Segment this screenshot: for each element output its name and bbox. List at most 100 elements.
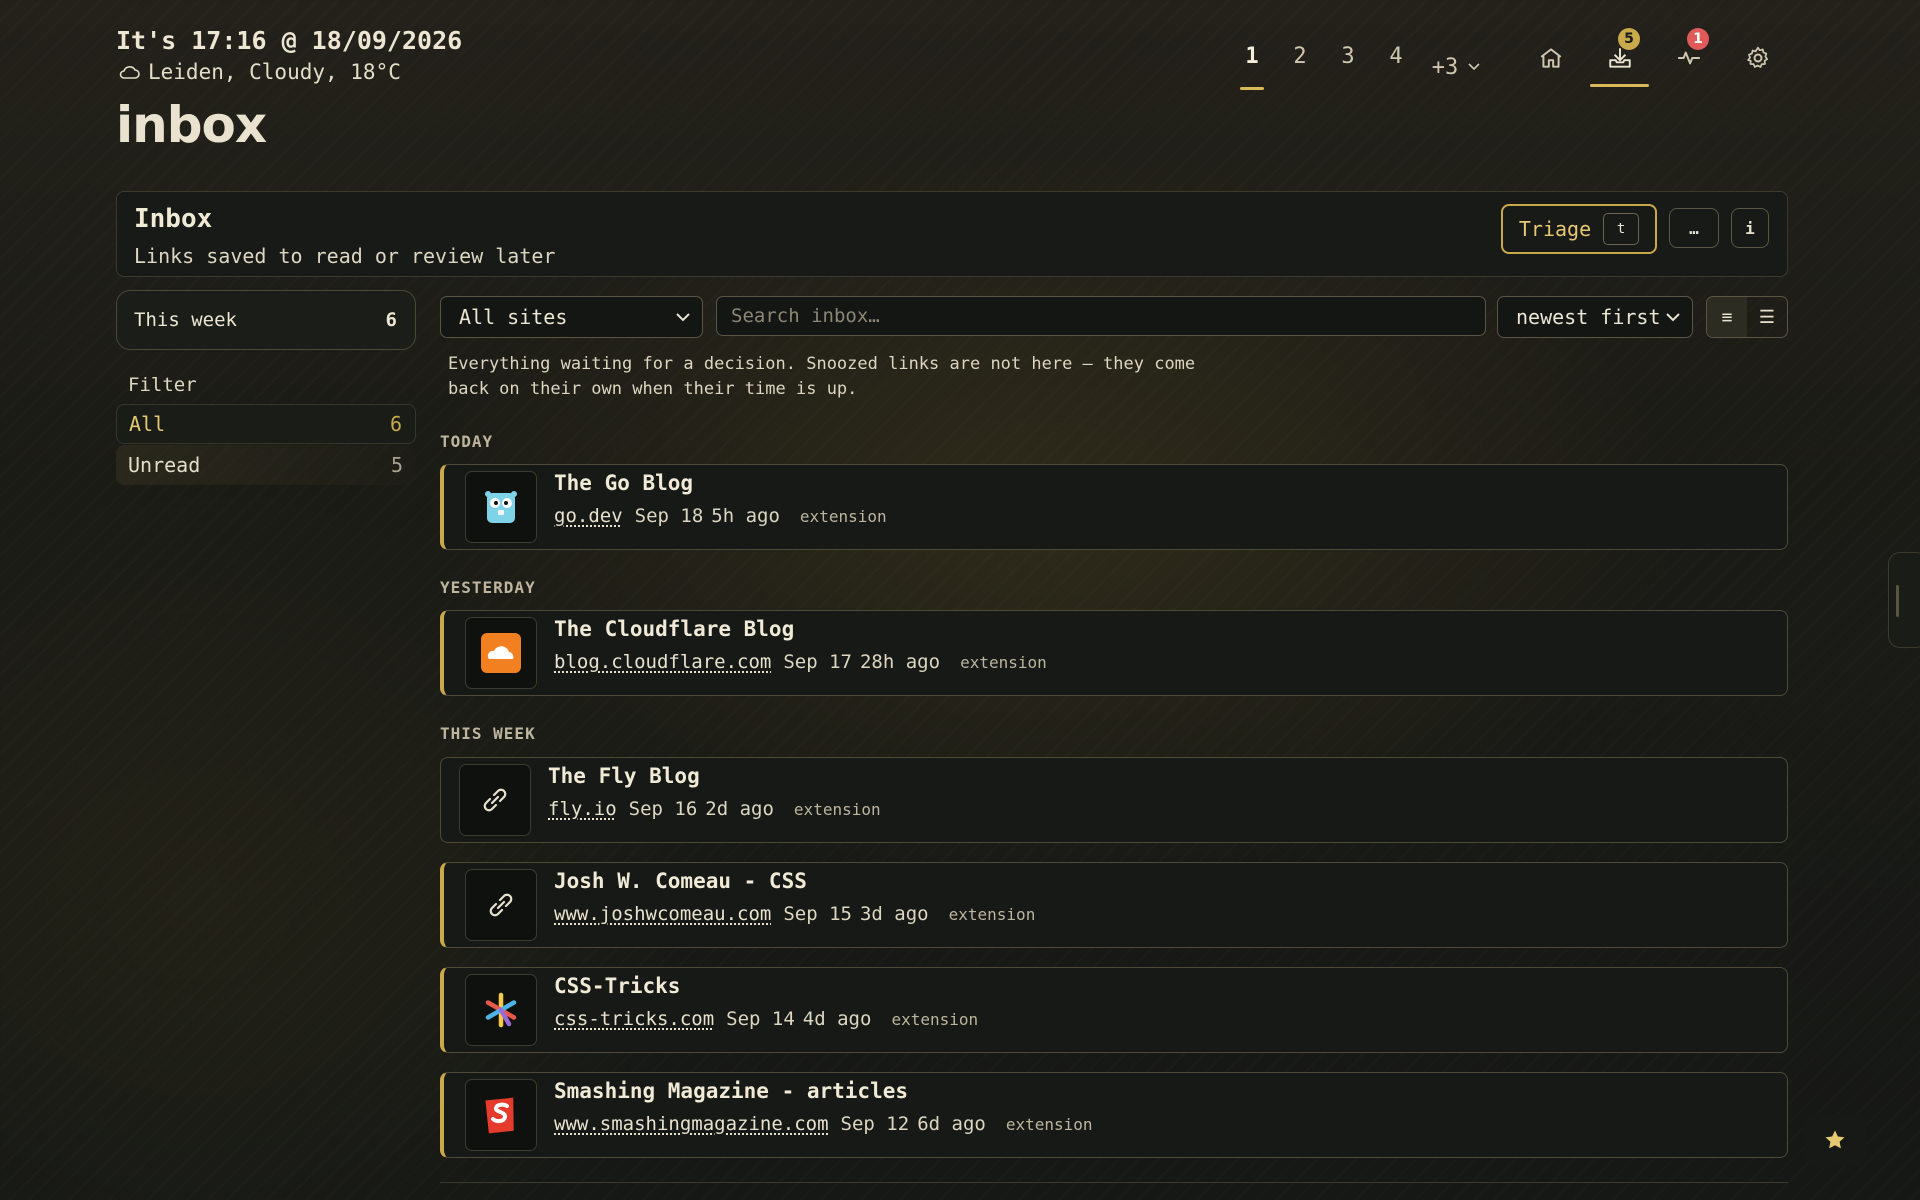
item-domain[interactable]: www.joshwcomeau.com bbox=[554, 903, 771, 925]
site-favicon bbox=[465, 869, 537, 941]
site-filter-value: All sites bbox=[459, 305, 568, 329]
filter-all-count: 6 bbox=[389, 412, 402, 436]
gopher-icon bbox=[485, 491, 517, 523]
item-date: Sep 16 bbox=[628, 798, 698, 820]
item-meta: css-tricks.com Sep 14 4d ago extension bbox=[554, 1008, 978, 1030]
item-source: extension bbox=[960, 653, 1047, 672]
site-favicon bbox=[465, 471, 537, 543]
weather-line: Leiden, Cloudy, 18°C bbox=[118, 60, 401, 84]
item-title[interactable]: Smashing Magazine - articles bbox=[554, 1079, 908, 1103]
item-age: 5h ago bbox=[711, 505, 780, 527]
period-label: This week bbox=[134, 309, 237, 331]
tab-4[interactable]: 4 bbox=[1372, 38, 1420, 90]
filter-unread-count: 5 bbox=[390, 453, 403, 477]
inbox-nav-button[interactable]: 5 bbox=[1585, 28, 1654, 87]
filter-all[interactable]: All 6 bbox=[116, 404, 416, 444]
tab-more-label: +3 bbox=[1431, 54, 1459, 80]
side-panel-handle[interactable] bbox=[1888, 552, 1920, 648]
item-date: Sep 12 bbox=[840, 1113, 910, 1135]
page-subtitle: Links saved to read or review later bbox=[134, 244, 556, 268]
clock-text: It's 17:16 @ 18/09/2026 bbox=[116, 26, 463, 55]
link-icon bbox=[489, 893, 513, 917]
inbox-badge: 5 bbox=[1618, 28, 1640, 50]
item-domain[interactable]: go.dev bbox=[554, 505, 623, 527]
chevron-down-icon bbox=[676, 312, 690, 321]
list-view-button[interactable]: ☰ bbox=[1747, 297, 1787, 337]
triage-shortcut-key: t bbox=[1603, 213, 1640, 245]
item-source: extension bbox=[948, 905, 1036, 924]
sort-value: newest first bbox=[1516, 305, 1661, 329]
item-age: 4d ago bbox=[802, 1008, 872, 1030]
item-title[interactable]: CSS-Tricks bbox=[554, 974, 680, 998]
favorites-button[interactable] bbox=[1804, 1114, 1866, 1166]
tab-3[interactable]: 3 bbox=[1324, 38, 1372, 90]
group-heading-today: TODAY bbox=[440, 432, 494, 451]
triage-button[interactable]: Triage t bbox=[1501, 204, 1657, 254]
item-domain[interactable]: css-tricks.com bbox=[554, 1008, 714, 1030]
site-favicon bbox=[459, 764, 531, 836]
item-title[interactable]: The Cloudflare Blog bbox=[554, 617, 794, 641]
search-input[interactable] bbox=[716, 296, 1486, 336]
star-icon bbox=[1825, 1130, 1845, 1149]
item-date: Sep 18 bbox=[634, 505, 704, 527]
asterisk-icon bbox=[485, 992, 517, 1028]
item-meta: www.joshwcomeau.com Sep 15 3d ago extens… bbox=[554, 903, 1035, 925]
site-filter-select[interactable]: All sites bbox=[440, 296, 703, 338]
tab-2[interactable]: 2 bbox=[1276, 38, 1324, 90]
filter-all-label: All bbox=[129, 412, 166, 436]
inbox-item[interactable]: Josh W. Comeau - CSS www.joshwcomeau.com… bbox=[440, 862, 1788, 948]
item-date: Sep 15 bbox=[783, 903, 852, 925]
inbox-description: Everything waiting for a decision. Snooz… bbox=[448, 354, 1196, 399]
inbox-item[interactable]: Smashing Magazine - articles www.smashin… bbox=[440, 1072, 1788, 1158]
item-date: Sep 17 bbox=[783, 651, 852, 673]
item-title[interactable]: The Fly Blog bbox=[548, 764, 700, 788]
view-mode-toggle: ≡ ☰ bbox=[1706, 296, 1788, 338]
filter-unread[interactable]: Unread 5 bbox=[116, 445, 416, 485]
item-domain[interactable]: fly.io bbox=[548, 798, 617, 820]
page-header-card: Inbox Links saved to read or review late… bbox=[116, 191, 1788, 277]
inbox-item[interactable]: The Go Blog go.dev Sep 18 5h ago extensi… bbox=[440, 464, 1788, 550]
period-count: 6 bbox=[385, 309, 397, 331]
activity-nav-button[interactable]: 1 bbox=[1654, 28, 1723, 86]
item-meta: go.dev Sep 18 5h ago extension bbox=[554, 505, 887, 527]
tab-more-button[interactable]: +3 bbox=[1420, 38, 1492, 90]
item-source: extension bbox=[799, 507, 887, 526]
activity-badge: 1 bbox=[1687, 28, 1709, 50]
site-favicon bbox=[465, 617, 537, 689]
item-domain[interactable]: www.smashingmagazine.com bbox=[554, 1113, 829, 1135]
brand-logo: inbox bbox=[116, 96, 267, 154]
item-meta: fly.io Sep 16 2d ago extension bbox=[548, 798, 881, 820]
inbox-item[interactable]: CSS-Tricks css-tricks.com Sep 14 4d ago … bbox=[440, 967, 1788, 1053]
link-icon bbox=[483, 788, 507, 812]
group-heading-this-week: THIS WEEK bbox=[440, 724, 536, 743]
cloudflare-icon bbox=[481, 633, 521, 673]
home-icon bbox=[1540, 48, 1561, 68]
info-button[interactable]: i bbox=[1731, 208, 1769, 248]
list-bottom-divider bbox=[440, 1182, 1788, 1183]
sort-select[interactable]: newest first bbox=[1497, 296, 1693, 338]
item-domain[interactable]: blog.cloudflare.com bbox=[554, 651, 771, 673]
item-title[interactable]: The Go Blog bbox=[554, 471, 693, 495]
inbox-item[interactable]: The Fly Blog fly.io Sep 16 2d ago extens… bbox=[440, 757, 1788, 843]
item-source: extension bbox=[1005, 1115, 1093, 1134]
home-nav-button[interactable] bbox=[1516, 30, 1585, 86]
item-age: 6d ago bbox=[917, 1113, 986, 1135]
cloud-icon bbox=[119, 66, 140, 79]
weather-text: Leiden, Cloudy, 18°C bbox=[148, 60, 401, 84]
filter-heading: Filter bbox=[128, 374, 197, 396]
site-favicon bbox=[465, 1079, 537, 1151]
triage-label: Triage bbox=[1518, 217, 1592, 241]
group-heading-yesterday: YESTERDAY bbox=[440, 578, 536, 597]
item-age: 28h ago bbox=[859, 651, 941, 673]
filter-unread-label: Unread bbox=[128, 453, 201, 477]
item-meta: blog.cloudflare.com Sep 17 28h ago exten… bbox=[554, 651, 1047, 673]
more-options-button[interactable]: … bbox=[1669, 208, 1719, 248]
tab-1[interactable]: 1 bbox=[1228, 38, 1276, 90]
settings-nav-button[interactable] bbox=[1723, 30, 1792, 86]
period-selector[interactable]: This week 6 bbox=[116, 290, 416, 350]
workspace-tabs: 1 2 3 4 +3 bbox=[1228, 38, 1492, 90]
inbox-item[interactable]: The Cloudflare Blog blog.cloudflare.com … bbox=[440, 610, 1788, 696]
chevron-down-icon bbox=[1468, 63, 1480, 71]
item-title[interactable]: Josh W. Comeau - CSS bbox=[554, 869, 807, 893]
compact-view-button[interactable]: ≡ bbox=[1707, 297, 1747, 337]
